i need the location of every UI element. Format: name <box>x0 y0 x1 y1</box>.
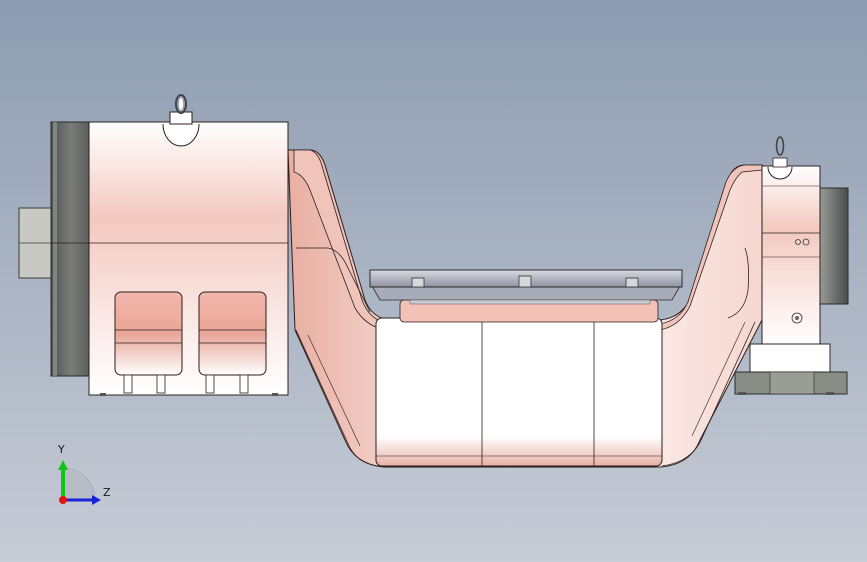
triad-y-label: Y <box>58 443 65 456</box>
right-support-body <box>761 165 821 345</box>
left-lifting-eye <box>162 94 200 147</box>
right-lifting-eye <box>767 136 793 180</box>
triad-y-arrowhead <box>58 460 68 470</box>
right-base-upper <box>749 343 831 373</box>
left-motor-housing[interactable] <box>18 94 289 396</box>
triad-plane <box>62 467 96 501</box>
table-clamp-2 <box>518 275 532 288</box>
table-clamp-1 <box>411 277 425 288</box>
right-motor-cap <box>817 187 849 305</box>
graphics-viewport[interactable]: Y Z <box>0 0 867 562</box>
cradle-center-box <box>375 317 663 467</box>
triad-z-label: Z <box>103 486 111 499</box>
rotary-table[interactable] <box>369 269 683 323</box>
cad-model-view[interactable] <box>0 0 867 562</box>
triad-x-axis <box>59 496 67 504</box>
orientation-triad <box>58 460 101 505</box>
triad-z-arrowhead <box>92 495 101 505</box>
table-clamp-3 <box>625 277 639 288</box>
